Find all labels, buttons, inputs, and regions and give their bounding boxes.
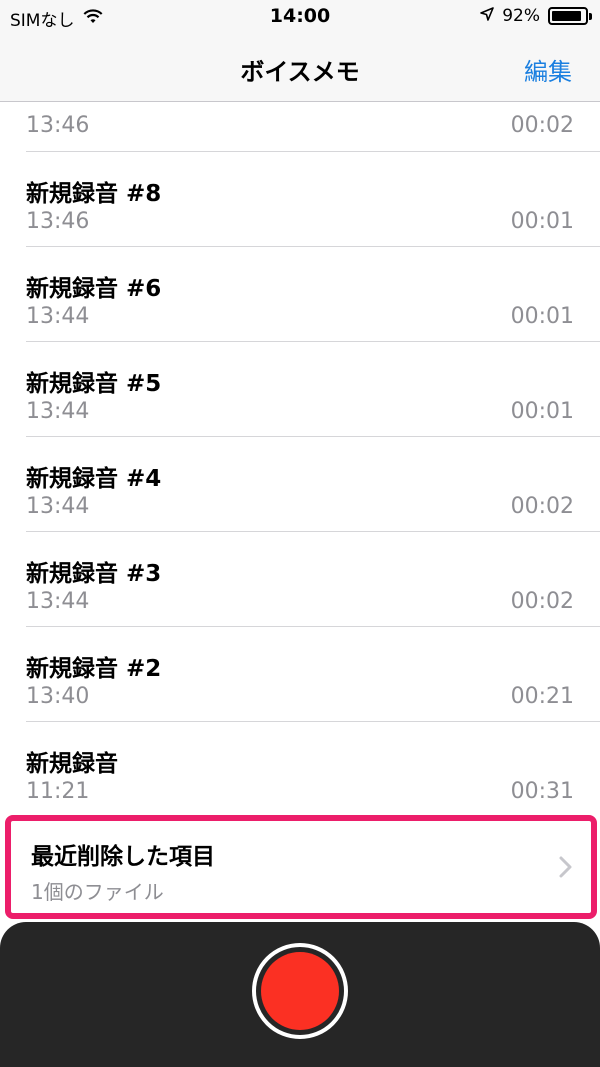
recording-duration: 00:01 [510,304,574,329]
recording-duration: 00:01 [510,399,574,424]
recording-title: 新規録音 #6 [26,276,162,302]
recording-time: 13:44 [26,494,90,519]
recently-deleted-title: 最近削除した項目 [31,844,215,870]
recording-time: 13:44 [26,399,90,424]
recording-time: 13:40 [26,684,90,709]
record-panel [0,922,600,1067]
recording-duration: 00:02 [510,589,574,614]
recording-duration: 00:02 [510,494,574,519]
recording-title: 新規録音 #5 [26,371,162,397]
recording-time: 11:21 [26,779,90,804]
recording-row[interactable]: 新規録音 #6 13:44 00:01 [26,247,600,342]
recording-row[interactable]: 新規録音 #5 13:44 00:01 [26,342,600,437]
recording-title: 新規録音 #4 [26,466,162,492]
battery-fill [552,11,582,21]
record-dot-icon [261,952,339,1030]
recording-title: 新規録音 [26,751,118,777]
battery-icon [548,7,592,25]
recording-row[interactable]: 新規録音 #8 13:46 00:01 [26,152,600,247]
recently-deleted-count: 1個のファイル [31,880,164,904]
page-title: ボイスメモ [240,58,360,86]
recently-deleted-row[interactable]: 最近削除した項目 1個のファイル [5,815,597,919]
recording-title: 新規録音 #3 [26,561,162,587]
recording-time: 13:44 [26,304,90,329]
navigation-bar: ボイスメモ 編集 [0,36,600,102]
status-bar: SIMなし 14:00 92% [0,0,600,36]
recording-row[interactable]: 新規録音 #2 13:40 00:21 [26,627,600,722]
recording-title: 新規録音 #8 [26,181,162,207]
recording-row[interactable]: 13:46 00:02 [26,103,600,152]
chevron-right-icon [559,856,572,878]
recording-duration: 00:02 [510,113,574,138]
recording-row[interactable]: 新規録音 #4 13:44 00:02 [26,437,600,532]
record-button[interactable] [252,943,348,1039]
status-right: 92% [480,6,592,26]
recording-time: 13:46 [26,209,90,234]
battery-percent: 92% [502,6,540,26]
location-arrow-icon [480,6,495,26]
recording-row[interactable]: 新規録音 #3 13:44 00:02 [26,532,600,627]
recording-row[interactable]: 新規録音 11:21 00:31 [26,722,600,817]
recording-title: 新規録音 #2 [26,656,162,682]
edit-button[interactable]: 編集 [524,52,572,87]
recordings-list: 13:46 00:02 新規録音 #8 13:46 00:01 新規録音 #6 … [0,103,600,817]
recording-time: 13:46 [26,113,90,138]
recording-duration: 00:21 [510,684,574,709]
recording-time: 13:44 [26,589,90,614]
recording-duration: 00:31 [510,779,574,804]
recording-duration: 00:01 [510,209,574,234]
